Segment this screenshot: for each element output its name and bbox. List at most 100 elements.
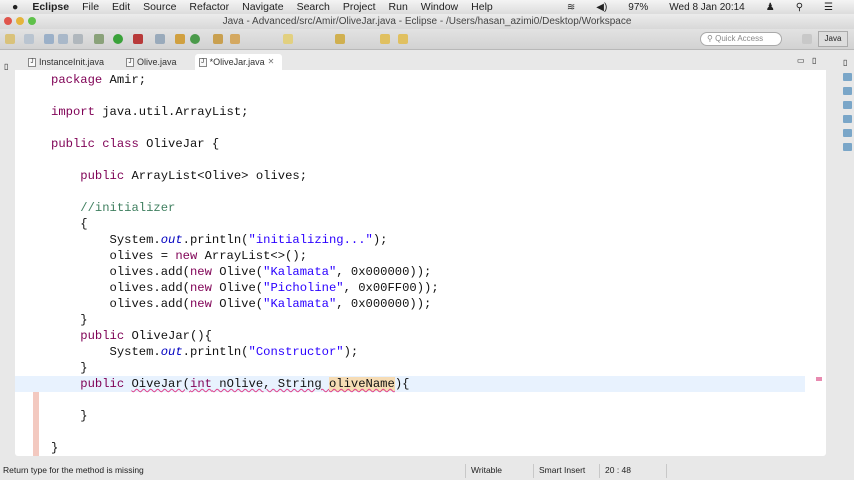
search-toolbar-icon[interactable] [230,34,240,44]
menu-refactor[interactable]: Refactor [189,1,229,13]
menu-project[interactable]: Project [343,1,376,13]
code-line[interactable]: } [51,312,805,328]
new-type-icon[interactable] [24,34,34,44]
code-line[interactable]: public class OliveJar { [51,136,805,152]
notification-list-icon[interactable]: ☰ [824,2,833,13]
close-tab-icon[interactable]: ✕ [268,54,275,70]
tab-instanceinit[interactable]: J InstanceInit.java [24,54,112,70]
code-token: , 0x00FF00)); [343,281,439,295]
code-line[interactable]: } [51,408,805,424]
menu-help[interactable]: Help [471,1,493,13]
run-external-icon[interactable] [133,34,143,44]
tab-olive[interactable]: J Olive.java [122,54,185,70]
save-icon[interactable] [44,34,54,44]
code-line[interactable] [51,424,805,440]
close-window-button[interactable] [4,17,12,25]
code-token: "Picholine" [263,281,344,295]
code-line[interactable] [51,152,805,168]
tab-olivejar[interactable]: J *OliveJar.java ✕ [194,54,283,70]
declaration-icon[interactable] [842,129,852,137]
code-token: olives.add( [51,265,190,279]
code-line[interactable]: olives.add(new Olive("Kalamata", 0x00000… [51,296,805,312]
code-token: ArrayList<>(); [197,249,308,263]
apple-menu-icon[interactable]: ● [12,1,18,13]
new-class-icon[interactable] [190,34,200,44]
save-all-icon[interactable] [58,34,68,44]
volume-icon[interactable]: ◀) [596,2,607,13]
javadoc-icon[interactable] [842,115,852,123]
menu-file[interactable]: File [82,1,99,13]
minimize-window-button[interactable] [16,17,24,25]
new-java-project-icon[interactable] [175,34,185,44]
external-tools-icon[interactable] [155,34,165,44]
code-line[interactable]: olives.add(new Olive("Picholine", 0x00FF… [51,280,805,296]
status-insert-mode: Smart Insert [539,465,586,475]
java-file-icon: J [198,57,207,67]
back-icon[interactable] [380,34,390,44]
menu-search[interactable]: Search [297,1,330,13]
code-token: "Kalamata" [263,265,337,279]
code-editor[interactable]: package Amir; import java.util.ArrayList… [15,70,826,456]
user-icon[interactable]: ♟ [766,2,775,13]
code-token: ); [343,345,359,359]
status-cursor-position: 20 : 48 [605,465,631,475]
zoom-window-button[interactable] [28,17,36,25]
clock[interactable]: Wed 8 Jan 20:14 [669,2,744,13]
restore-icon[interactable]: ▯ [4,62,14,71]
run-icon[interactable] [113,34,123,44]
code-token: import [51,105,95,119]
code-token: java.util.ArrayList; [94,105,249,119]
menu-run[interactable]: Run [389,1,408,13]
debug-icon[interactable] [94,34,104,44]
next-annotation-icon[interactable] [335,34,345,44]
code-line[interactable]: olives = new ArrayList<>(); [51,248,805,264]
code-line[interactable]: System.out.println("initializing..."); [51,232,805,248]
java-perspective-button[interactable]: Java [818,31,848,47]
code-token: Olive( [211,265,264,279]
code-line[interactable] [51,392,805,408]
tab-label: *OliveJar.java [209,57,265,67]
overview-error-marker[interactable] [816,377,822,381]
wifi-icon[interactable]: ≋ [567,2,575,13]
menu-source[interactable]: Source [143,1,176,13]
mark-occurrences-icon[interactable] [283,34,293,44]
code-line[interactable]: } [51,440,805,456]
task-list-icon[interactable] [842,87,852,95]
code-line[interactable]: } [51,360,805,376]
new-icon[interactable] [5,34,15,44]
code-line[interactable] [51,88,805,104]
quick-access-placeholder: Quick Access [715,34,764,43]
code-line[interactable] [51,184,805,200]
code-token: out [160,233,183,247]
code-line[interactable]: public OiveJar(int nOlive, String oliveN… [15,376,805,392]
quick-access-input[interactable]: ⚲ Quick Access [700,32,782,46]
battery-text[interactable]: 97% [628,2,648,13]
problems-icon[interactable] [842,101,852,109]
spotlight-icon[interactable]: ⚲ [796,2,803,13]
code-line[interactable]: public ArrayList<Olive> olives; [51,168,805,184]
code-line[interactable] [51,120,805,136]
code-line[interactable]: //initializer [51,200,805,216]
open-type-icon[interactable] [213,34,223,44]
console-icon[interactable] [842,143,852,151]
open-perspective-icon[interactable] [802,34,812,44]
code-line[interactable]: System.out.println("Constructor"); [51,344,805,360]
outline-icon[interactable] [842,73,852,81]
code-token: { [51,217,88,231]
menu-edit[interactable]: Edit [112,1,130,13]
code-token: olives.add( [51,297,190,311]
forward-icon[interactable] [398,34,408,44]
menu-navigate[interactable]: Navigate [242,1,283,13]
maximize-editor-icon[interactable]: ▯ [812,56,816,65]
restore-right-icon[interactable]: ▯ [843,58,854,67]
menu-window[interactable]: Window [421,1,458,13]
menu-app-eclipse[interactable]: Eclipse [32,1,69,13]
code-token: new [189,297,212,311]
code-line[interactable]: import java.util.ArrayList; [51,104,805,120]
minimize-editor-icon[interactable]: ▭ [797,56,805,65]
code-line[interactable]: { [51,216,805,232]
print-icon[interactable] [73,34,83,44]
code-line[interactable]: package Amir; [51,72,805,88]
code-line[interactable]: olives.add(new Olive("Kalamata", 0x00000… [51,264,805,280]
code-line[interactable]: public OliveJar(){ [51,328,805,344]
